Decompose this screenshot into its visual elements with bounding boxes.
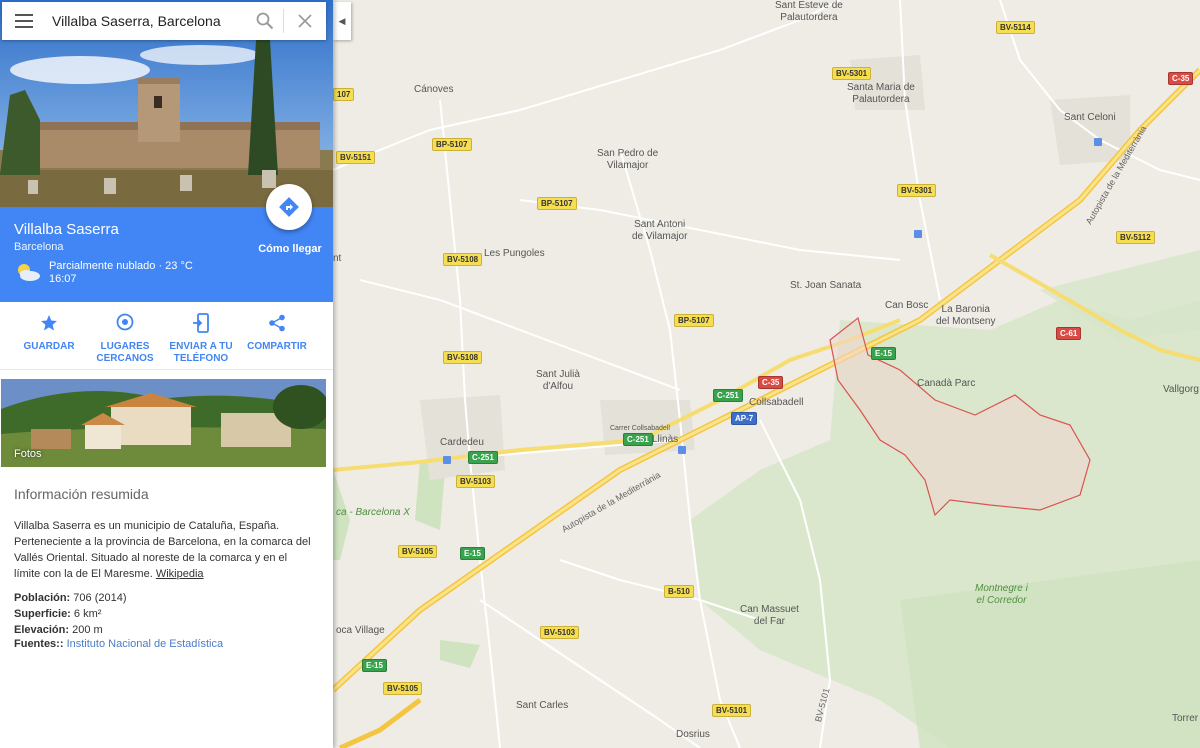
action-bar: GUARDAR LUGARES CERCANOS ENVIAR A TU TELÉF… xyxy=(0,302,333,370)
wikipedia-link[interactable]: Wikipedia xyxy=(156,568,204,580)
road-badge: C-251 xyxy=(713,389,743,402)
place-label: Sant Esteve de Palautordera xyxy=(775,0,843,23)
place-label: Dosrius xyxy=(676,729,710,740)
bus-stop-icon[interactable] xyxy=(443,456,451,464)
fact-sources: Fuentes:: Instituto Nacional de Estadíst… xyxy=(14,638,224,650)
weather-description: Parcialmente nublado · 23 °C xyxy=(49,260,193,272)
search-icon xyxy=(256,12,274,30)
road-badge: BP-5107 xyxy=(674,314,714,327)
road-badge: BV-5108 xyxy=(443,253,483,266)
place-label: nt xyxy=(333,253,342,264)
clear-search-button[interactable] xyxy=(284,2,326,40)
summary-text: Villalba Saserra es un municipio de Cata… xyxy=(14,520,311,580)
share-button[interactable]: COMPARTIR xyxy=(239,312,315,353)
road-badge: B-510 xyxy=(664,585,694,598)
road-badge: BV-5301 xyxy=(832,67,872,80)
place-label: Collsabadell xyxy=(749,397,804,408)
save-label: GUARDAR xyxy=(23,341,75,352)
place-label: oca Village xyxy=(336,625,385,636)
nearby-icon xyxy=(116,313,134,331)
save-button[interactable]: GUARDAR xyxy=(11,312,87,353)
collapse-panel-button[interactable]: ◀ xyxy=(333,2,351,40)
road-badge: BV-5301 xyxy=(897,184,937,197)
place-label: Cánoves xyxy=(414,84,454,95)
place-label: Torrer xyxy=(1172,713,1199,724)
place-subtitle: Barcelona xyxy=(14,241,64,253)
road-badge: E-15 xyxy=(362,659,387,672)
place-label: San Pedro de Vilamajor xyxy=(597,148,659,171)
place-label: Cardedeu xyxy=(440,437,484,448)
place-label: St. Joan Sanata xyxy=(790,280,862,291)
send-to-phone-button[interactable]: ENVIAR A TU TELÉFONO xyxy=(163,312,239,365)
hamburger-menu-icon xyxy=(15,14,33,28)
place-label: ca - Barcelona X xyxy=(336,507,410,518)
fact-population: Población: 706 (2014) xyxy=(14,592,127,604)
directions-label[interactable]: Cómo llegar xyxy=(256,243,324,255)
place-label: Montnegre i el Corredor xyxy=(975,583,1028,606)
road-badge: C-61 xyxy=(1056,327,1082,340)
road-badge: C-35 xyxy=(758,376,784,389)
partly-cloudy-icon xyxy=(18,264,40,281)
road-badge: AP-7 xyxy=(731,412,758,425)
place-label: Llinàs xyxy=(652,434,679,445)
road-badge: BV-5105 xyxy=(383,682,423,695)
road-badge: C-251 xyxy=(468,451,498,464)
road-badge: 107 xyxy=(333,88,355,101)
place-label: Sant Celoni xyxy=(1064,112,1116,123)
road-badge: BV-5108 xyxy=(443,351,483,364)
search-input[interactable] xyxy=(46,2,247,40)
photos-label: Fotos xyxy=(14,448,42,460)
bus-stop-icon[interactable] xyxy=(914,230,922,238)
nearby-label: LUGARES CERCANOS xyxy=(96,341,154,364)
road-badge: BV-5101 xyxy=(712,704,752,717)
photos-image xyxy=(1,379,326,467)
bus-stop-icon[interactable] xyxy=(678,446,686,454)
road-badge: BV-5105 xyxy=(398,545,438,558)
share-icon xyxy=(269,314,285,332)
road-badge: C-251 xyxy=(623,433,653,446)
place-label: Santa Maria de Palautordera xyxy=(847,82,915,105)
place-label: Sant Julià d'Alfou xyxy=(536,369,580,392)
star-icon xyxy=(41,315,57,331)
summary-heading: Información resumida xyxy=(14,486,149,502)
photos-tile[interactable]: Fotos xyxy=(1,379,326,467)
send-to-phone-label: ENVIAR A TU TELÉFONO xyxy=(169,341,233,364)
weather-time: 16:07 xyxy=(49,273,77,285)
search-box xyxy=(2,2,326,40)
road-badge: BV-5151 xyxy=(336,151,376,164)
fact-elevation: Elevación: 200 m xyxy=(14,624,103,636)
place-title: Villalba Saserra xyxy=(14,221,119,238)
close-icon xyxy=(298,14,312,28)
bus-stop-icon[interactable] xyxy=(1094,138,1102,146)
place-label: Sant Carles xyxy=(516,700,569,711)
menu-button[interactable] xyxy=(2,2,46,40)
place-label: Can Massuet del Far xyxy=(740,604,799,627)
road-badge: C-35 xyxy=(1168,72,1194,85)
sources-link[interactable]: Instituto Nacional de Estadística xyxy=(67,638,224,650)
road-badge: E-15 xyxy=(460,547,485,560)
road-badge: BV-5114 xyxy=(996,21,1035,34)
place-label: Can Bosc xyxy=(885,300,929,311)
road-badge: BV-5103 xyxy=(540,626,580,639)
directions-button[interactable] xyxy=(266,184,312,230)
place-label: Les Pungoles xyxy=(484,248,545,259)
share-label: COMPARTIR xyxy=(247,341,307,352)
road-badge: BP-5107 xyxy=(432,138,472,151)
place-label: Sant Antoni de Vilamajor xyxy=(632,219,688,242)
road-badge: BP-5107 xyxy=(537,197,577,210)
nearby-button[interactable]: LUGARES CERCANOS xyxy=(87,312,163,365)
road-badge: E-15 xyxy=(871,347,896,360)
place-label: Vallgorg xyxy=(1163,384,1199,395)
search-button[interactable] xyxy=(247,2,283,40)
place-panel: Villalba Saserra Barcelona Parcialmente … xyxy=(0,0,333,748)
road-badge: BV-5103 xyxy=(456,475,496,488)
directions-icon xyxy=(279,197,299,217)
fact-area: Superficie: 6 km² xyxy=(14,608,102,620)
place-label: Canadà Parc xyxy=(917,378,976,389)
road-badge: BV-5112 xyxy=(1116,231,1155,244)
place-label: La Baronia del Montseny xyxy=(936,304,996,327)
send-to-phone-icon xyxy=(193,313,209,333)
